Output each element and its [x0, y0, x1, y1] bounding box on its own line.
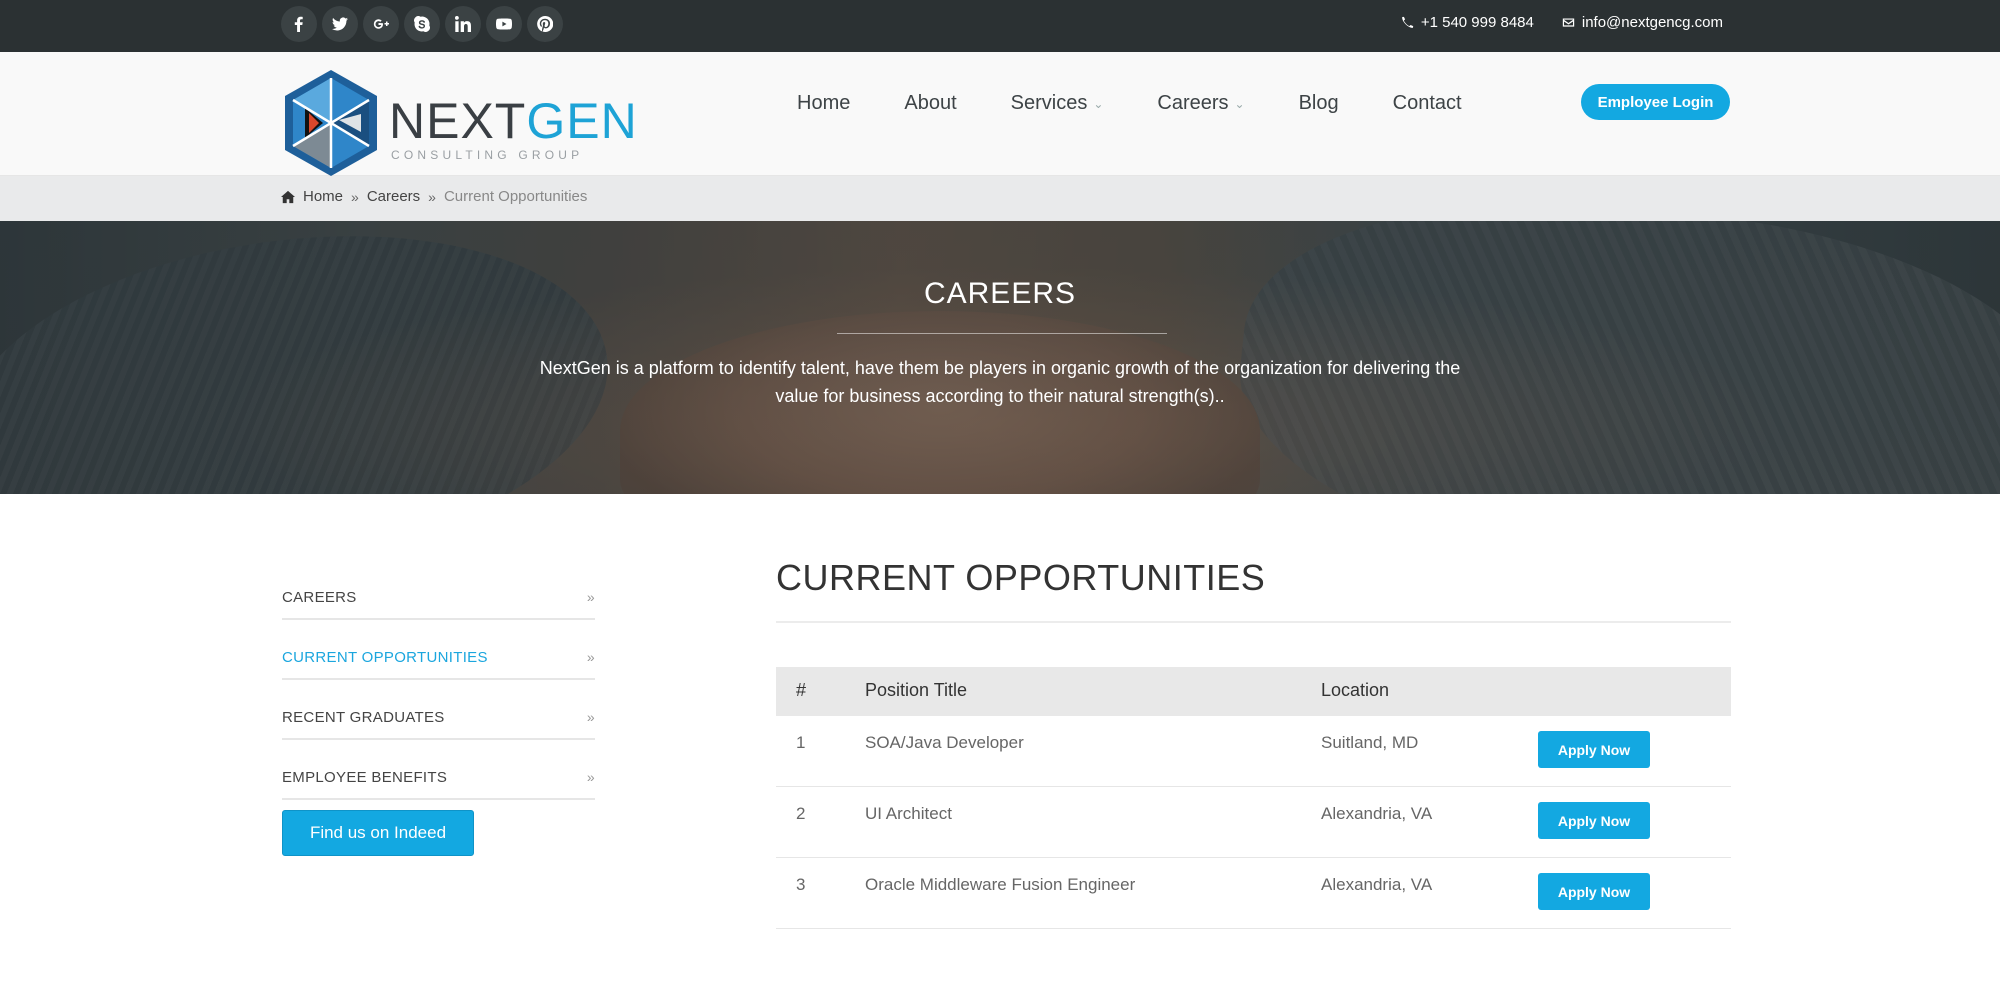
apply-now-button[interactable]: Apply Now [1538, 802, 1650, 839]
apply-now-button[interactable]: Apply Now [1538, 731, 1650, 768]
skype-icon[interactable] [404, 6, 440, 42]
breadcrumb-bar: Home » Careers » Current Opportunities [0, 176, 2000, 221]
double-chevron-right-icon: » [586, 769, 595, 785]
row-number: 3 [796, 875, 806, 894]
row-position-title: SOA/Java Developer [865, 733, 1024, 752]
row-location: Alexandria, VA [1321, 875, 1433, 894]
social-links [281, 6, 563, 42]
table-row: 3 Oracle Middleware Fusion Engineer Alex… [776, 858, 1731, 929]
email-contact[interactable]: info@nextgencg.com [1562, 14, 1723, 31]
breadcrumb: Home » Careers » Current Opportunities [281, 188, 587, 205]
header-position-title: Position Title [865, 680, 968, 700]
logo-hexagon-icon [285, 70, 377, 176]
header-location: Location [1321, 680, 1390, 700]
sidebar-item-employee-benefits[interactable]: EMPLOYEE BENEFITS » [282, 740, 595, 800]
find-us-on-indeed-button[interactable]: Find us on Indeed [282, 810, 474, 856]
logo-tagline: CONSULTING GROUP [391, 148, 584, 162]
row-location: Suitland, MD [1321, 733, 1419, 752]
sidebar-item-label: EMPLOYEE BENEFITS [282, 768, 448, 786]
home-icon [281, 190, 295, 203]
youtube-icon[interactable] [486, 6, 522, 42]
envelope-icon [1562, 18, 1575, 27]
nav-services[interactable]: Services ⌄ [1011, 88, 1104, 118]
table-header: # Position Title Location [776, 667, 1731, 716]
hero-description: NextGen is a platform to identify talent… [539, 358, 1461, 406]
contact-info: +1 540 999 8484 info@nextgencg.com [1401, 14, 1723, 31]
row-location: Alexandria, VA [1321, 804, 1433, 823]
site-logo[interactable]: NEXTGEN CONSULTING GROUP [281, 68, 637, 178]
twitter-icon[interactable] [322, 6, 358, 42]
email-address: info@nextgencg.com [1581, 14, 1723, 31]
nav-blog-label: Blog [1298, 91, 1339, 114]
nav-about[interactable]: About [904, 88, 956, 118]
double-chevron-right-icon: » [586, 709, 595, 725]
phone-icon [1402, 16, 1414, 28]
sidebar-item-label: CURRENT OPPORTUNITIES [282, 648, 488, 666]
apply-now-button[interactable]: Apply Now [1538, 873, 1650, 910]
sidebar-item-label: RECENT GRADUATES [282, 708, 445, 726]
row-position-title: Oracle Middleware Fusion Engineer [865, 875, 1136, 894]
page-title: CURRENT OPPORTUNITIES [776, 557, 1266, 598]
phone-number: +1 540 999 8484 [1420, 14, 1534, 31]
logo-next-text: NEXT [389, 93, 527, 149]
table-row: 2 UI Architect Alexandria, VA Apply Now [776, 787, 1731, 858]
sidebar-menu: CAREERS » CURRENT OPPORTUNITIES » RECENT G… [282, 560, 595, 800]
nav-careers[interactable]: Careers ⌄ [1157, 88, 1244, 118]
table-row: 1 SOA/Java Developer Suitland, MD Apply … [776, 716, 1731, 787]
sidebar-item-label: CAREERS [282, 588, 357, 606]
row-number: 1 [796, 733, 806, 752]
title-divider [776, 621, 1731, 623]
nav-services-label: Services [1010, 91, 1088, 114]
nav-about-label: About [904, 91, 957, 114]
pinterest-icon[interactable] [527, 6, 563, 42]
top-bar: +1 540 999 8484 info@nextgencg.com [0, 0, 2000, 52]
breadcrumb-careers[interactable]: Careers [367, 188, 420, 205]
row-number: 2 [796, 804, 806, 823]
main-nav: Home About Services ⌄ Careers ⌄ Blog Conta… [797, 88, 1516, 118]
chevron-down-icon: ⌄ [1093, 97, 1104, 111]
facebook-icon[interactable] [281, 6, 317, 42]
breadcrumb-current: Current Opportunities [443, 188, 588, 205]
nav-blog[interactable]: Blog [1299, 88, 1339, 118]
double-chevron-right-icon: » [586, 589, 595, 605]
nav-home[interactable]: Home [797, 88, 850, 118]
phone-contact[interactable]: +1 540 999 8484 [1401, 14, 1534, 31]
nav-contact[interactable]: Contact [1393, 88, 1462, 118]
nav-contact-label: Contact [1392, 91, 1462, 114]
logo-gen-text: GEN [526, 93, 638, 149]
sidebar-item-careers[interactable]: CAREERS » [282, 560, 595, 620]
chevron-down-icon: ⌄ [1234, 97, 1245, 111]
linkedin-icon[interactable] [445, 6, 481, 42]
site-header: NEXTGEN CONSULTING GROUP Home About Serv… [0, 52, 2000, 176]
google-plus-icon[interactable] [363, 6, 399, 42]
breadcrumb-separator-icon: » [428, 188, 436, 205]
breadcrumb-separator-icon: » [351, 188, 359, 205]
hero-banner: CAREERS NextGen is a platform to identif… [0, 221, 2000, 494]
logo-wordmark: NEXTGEN [389, 92, 638, 150]
breadcrumb-home[interactable]: Home [303, 188, 343, 205]
employee-login-button[interactable]: Employee Login [1581, 84, 1730, 120]
hero-divider [837, 333, 1167, 334]
hero-title: CAREERS [923, 277, 1077, 310]
opportunities-table: # Position Title Location 1 SOA/Java Dev… [776, 667, 1731, 929]
double-chevron-right-icon: » [586, 649, 595, 665]
row-position-title: UI Architect [865, 804, 952, 823]
nav-home-label: Home [797, 91, 851, 114]
sidebar-item-current-opportunities[interactable]: CURRENT OPPORTUNITIES » [282, 620, 595, 680]
sidebar-item-recent-graduates[interactable]: RECENT GRADUATES » [282, 680, 595, 740]
nav-careers-label: Careers [1157, 91, 1229, 114]
header-number: # [796, 680, 807, 700]
